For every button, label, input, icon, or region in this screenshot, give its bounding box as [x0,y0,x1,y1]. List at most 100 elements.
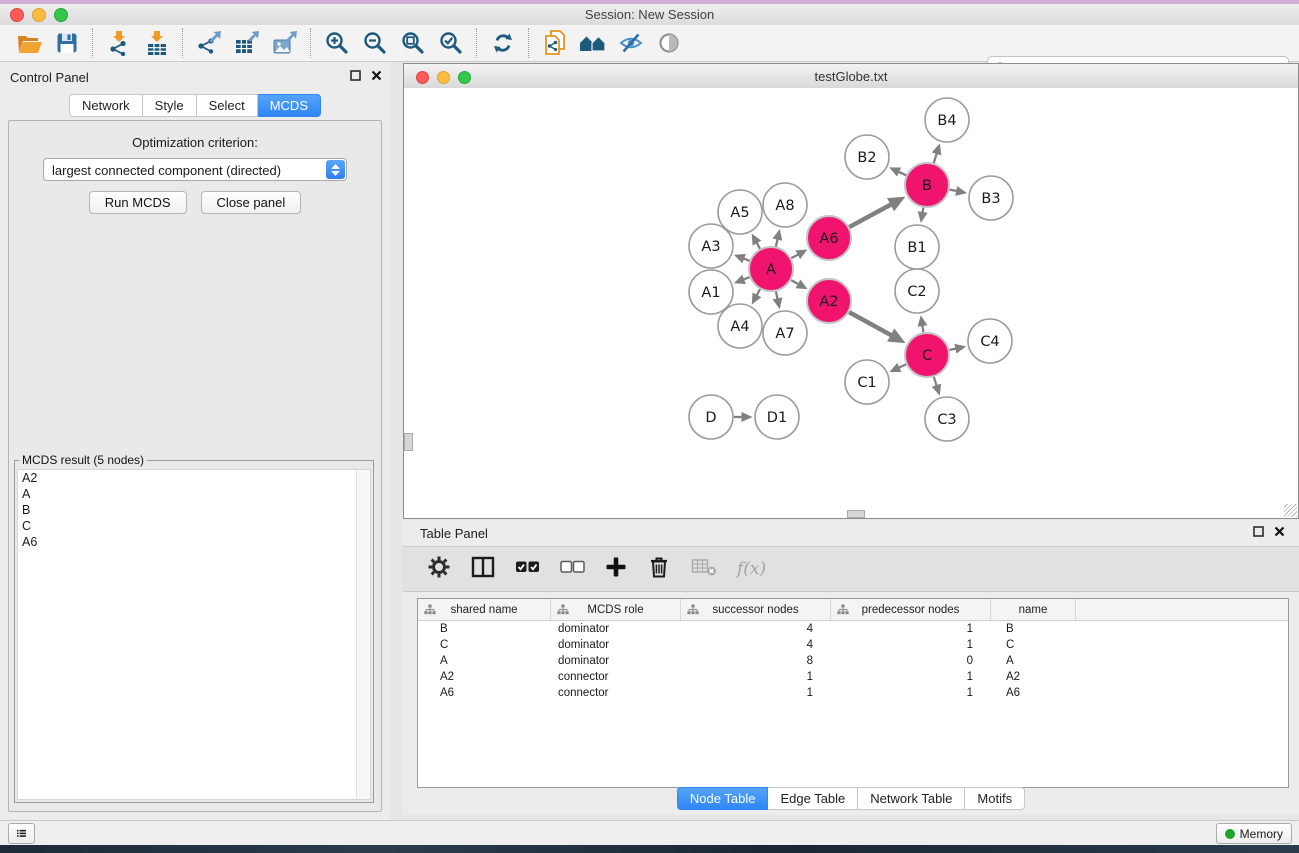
table-cell[interactable]: 1 [831,685,991,701]
graph-edge-C-C3[interactable] [934,377,937,386]
table-cell[interactable]: B [991,621,1076,637]
table-row[interactable]: Cdominator41C [418,637,1288,653]
table-cell[interactable]: 1 [831,637,991,653]
table-cell[interactable]: A6 [418,685,551,701]
close-panel-icon[interactable] [371,70,382,81]
network-window-titlebar[interactable]: testGlobe.txt [404,64,1298,89]
mcds-result-item[interactable]: A [18,486,370,502]
mcds-result-item[interactable]: B [18,502,370,518]
table-cell[interactable]: dominator [551,621,681,637]
graph-edge-A6-B[interactable] [849,205,891,228]
deselect-all-button[interactable] [560,560,585,579]
column-header-name[interactable]: name [991,599,1076,620]
tab-select[interactable]: Select [197,94,258,117]
table-cell[interactable]: 1 [831,669,991,685]
split-panel-button[interactable] [471,556,495,583]
graph-node-A[interactable]: A [749,247,793,291]
export-table-button[interactable] [228,28,266,58]
table-tab-network-table[interactable]: Network Table [858,787,965,810]
result-scrollbar[interactable] [356,470,370,799]
import-network-button[interactable] [100,28,138,58]
birdseye-handle-horizontal[interactable] [847,510,865,518]
clone-network-button[interactable] [536,28,574,58]
graph-node-D[interactable]: D [689,395,733,439]
column-header-MCDS-role[interactable]: MCDS role [551,599,681,620]
graph-node-A7[interactable]: A7 [763,311,807,355]
table-cell[interactable]: 4 [681,621,831,637]
graph-edge-A-A7[interactable] [776,291,778,298]
table-cell[interactable]: B [418,621,551,637]
graph-edge-A-A2[interactable] [791,280,798,284]
table-cell[interactable]: C [418,637,551,653]
graph-node-D1[interactable]: D1 [755,395,799,439]
mcds-result-list[interactable]: A2ABCA6 [17,469,371,800]
graph-edge-B-B1[interactable] [923,208,924,213]
table-cell[interactable]: A2 [991,669,1076,685]
graph-node-B[interactable]: B [905,163,949,207]
add-column-button[interactable] [605,556,627,583]
mcds-result-item[interactable]: A6 [18,534,370,550]
column-header-successor-nodes[interactable]: successor nodes [681,599,831,620]
open-session-button[interactable] [10,28,48,58]
table-tab-node-table[interactable]: Node Table [677,787,769,810]
function-builder-button[interactable]: f(x) [737,559,766,579]
table-row[interactable]: Bdominator41B [418,621,1288,637]
table-cell[interactable]: connector [551,685,681,701]
network-canvas[interactable]: B4B2BB3A5A8A6A3B1AA1C2A2A4A7CC4C1C3DD1 [404,88,1298,518]
graph-edge-A-A8[interactable] [776,239,778,246]
tab-network[interactable]: Network [69,94,143,117]
import-table-button[interactable] [138,28,176,58]
column-header-shared-name[interactable]: shared name [418,599,551,620]
graph-node-B4[interactable]: B4 [925,98,969,142]
show-graphics-details-button[interactable] [650,28,688,58]
graph-edge-B-B4[interactable] [934,153,937,163]
float-panel-icon[interactable] [350,70,361,81]
table-settings-button[interactable] [427,555,451,584]
delete-table-button[interactable] [691,557,717,582]
graph-edge-A-A5[interactable] [757,243,760,249]
graph-edge-C-C1[interactable] [899,364,906,367]
table-cell[interactable]: A6 [991,685,1076,701]
graph-node-A6[interactable]: A6 [807,216,851,260]
graph-node-A5[interactable]: A5 [718,190,762,234]
refresh-layout-button[interactable] [484,28,522,58]
zoom-out-button[interactable] [356,28,394,58]
graph-edge-A-A1[interactable] [744,277,750,279]
close-table-panel-icon[interactable] [1274,526,1285,537]
zoom-fit-button[interactable] [394,28,432,58]
graph-node-A1[interactable]: A1 [689,270,733,314]
hide-graphics-details-button[interactable] [612,28,650,58]
memory-button[interactable]: Memory [1216,823,1292,844]
graph-edge-A-A6[interactable] [791,254,798,258]
run-mcds-button[interactable]: Run MCDS [89,191,187,214]
graph-edge-C-C2[interactable] [922,326,923,333]
task-history-button[interactable] [8,823,35,844]
table-tab-edge-table[interactable]: Edge Table [768,787,858,810]
main-titlebar[interactable]: Session: New Session [0,4,1299,26]
graph-node-C[interactable]: C [905,333,949,377]
table-row[interactable]: A2connector11A2 [418,669,1288,685]
table-cell[interactable]: A [418,653,551,669]
table-cell[interactable]: A [991,653,1076,669]
close-panel-button[interactable]: Close panel [201,191,302,214]
table-cell[interactable]: 1 [681,685,831,701]
tab-mcds[interactable]: MCDS [258,94,321,117]
graph-node-C2[interactable]: C2 [895,269,939,313]
graph-edge-B-B3[interactable] [950,190,957,191]
graph-edge-A-A3[interactable] [744,259,750,261]
window-resize-grip[interactable] [1284,504,1297,517]
table-cell[interactable]: A2 [418,669,551,685]
table-row[interactable]: A6connector11A6 [418,685,1288,701]
graph-node-B3[interactable]: B3 [969,176,1013,220]
export-network-button[interactable] [190,28,228,58]
table-cell[interactable]: dominator [551,653,681,669]
graph-edge-A-A4[interactable] [757,289,760,295]
home-view-button[interactable] [574,28,612,58]
save-session-button[interactable] [48,28,86,58]
criterion-dropdown[interactable]: largest connected component (directed) [43,158,347,181]
select-all-button[interactable] [515,560,540,579]
birdseye-handle-vertical[interactable] [404,433,413,451]
mcds-result-item[interactable]: A2 [18,470,370,486]
graph-node-A2[interactable]: A2 [807,279,851,323]
column-header-predecessor-nodes[interactable]: predecessor nodes [831,599,991,620]
